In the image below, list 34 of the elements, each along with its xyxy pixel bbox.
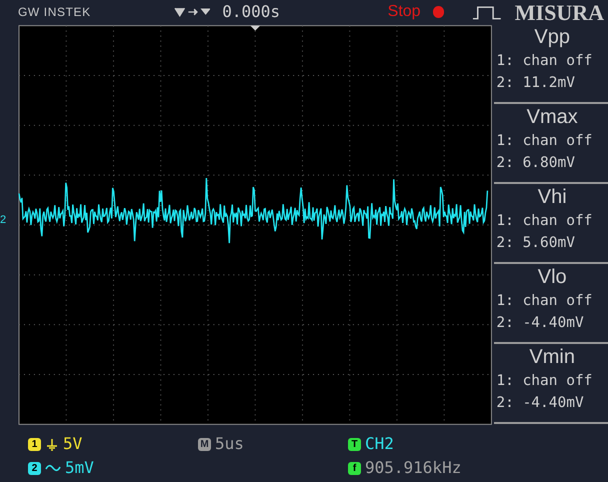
- channel-badge: 2: [28, 462, 41, 474]
- measurement-value: 2: -4.40mV: [496, 314, 585, 333]
- brand-logo: GW INSTEK: [18, 4, 92, 21]
- pulse-icon: [472, 4, 503, 20]
- measurement-value: 2: -4.40mV: [496, 394, 585, 413]
- measurement-value: 2: 11.2mV: [496, 74, 576, 93]
- ac-coupling-icon: [45, 463, 61, 473]
- measurement-title: Vmin: [528, 345, 576, 370]
- measurement-value: 2: 5.60mV: [496, 234, 576, 253]
- time-offset: 0.000s: [222, 1, 282, 23]
- channel-scale: 5V: [63, 433, 82, 455]
- measurement-value: 1: chan off: [496, 212, 594, 231]
- run-state: Stop: [388, 2, 421, 22]
- timebase-badge: M: [198, 438, 211, 450]
- measurement-title: Vpp: [533, 25, 571, 50]
- measurement-title: Vmax: [526, 105, 579, 130]
- measurement-value: 1: chan off: [496, 292, 594, 311]
- measurement-value: 2: 6.80mV: [496, 154, 576, 173]
- ground-coupling-icon: [45, 437, 59, 451]
- trigger-position-icon: [174, 6, 210, 18]
- channel-marker: 2: [0, 213, 6, 228]
- timebase-value: 5us: [215, 433, 244, 455]
- measurement-value: 1: chan off: [496, 132, 594, 151]
- measurement-value: 1: chan off: [496, 52, 594, 71]
- panel-title: MISURA: [514, 0, 604, 26]
- trigger-badge: T: [348, 438, 361, 450]
- frequency-badge: f: [348, 462, 361, 474]
- measurement-title: Vhi: [536, 185, 568, 210]
- channel-scale: 5mV: [65, 457, 94, 479]
- measurement-value: 1: chan off: [496, 372, 594, 391]
- measurement-title: Vlo: [536, 265, 568, 290]
- frequency-value: 905.916kHz: [365, 457, 462, 479]
- trigger-source: CH2: [365, 433, 394, 455]
- channel-badge: 1: [28, 438, 41, 450]
